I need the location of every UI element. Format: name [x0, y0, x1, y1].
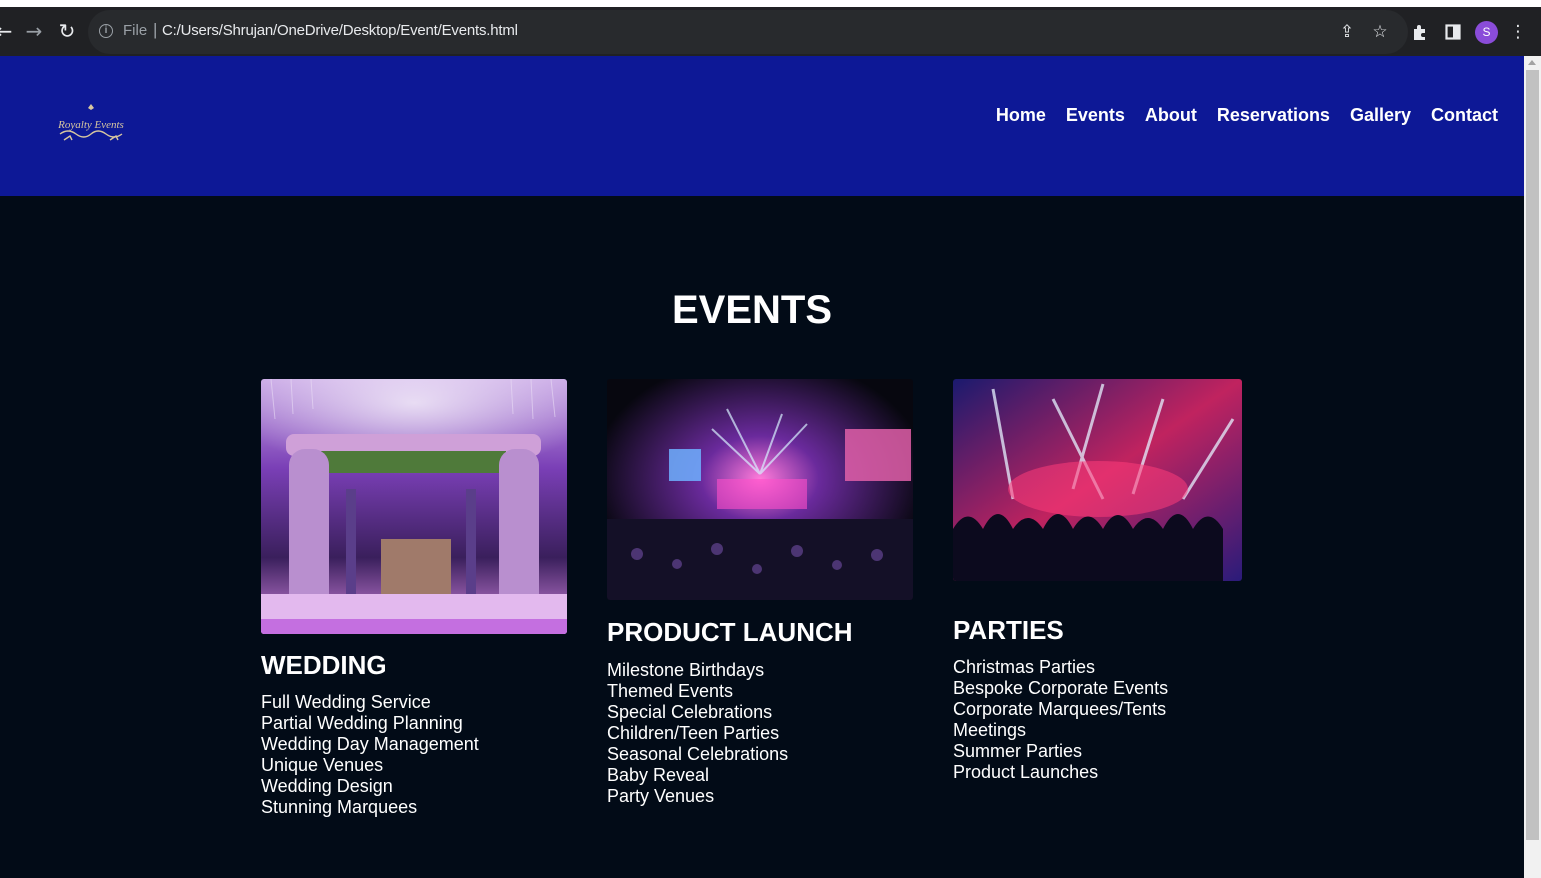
- nav-reservations[interactable]: Reservations: [1217, 105, 1330, 126]
- nav-contact[interactable]: Contact: [1431, 105, 1498, 126]
- list-item: Wedding Day Management: [261, 734, 479, 754]
- event-card-parties: PARTIES Christmas Parties Bespoke Corpor…: [953, 379, 1242, 783]
- main-nav: Home Events About Reservations Gallery C…: [996, 105, 1498, 126]
- event-card-wedding: WEDDING Full Wedding Service Partial Wed…: [261, 379, 567, 818]
- list-item: Partial Wedding Planning: [261, 713, 463, 733]
- list-item: Themed Events: [607, 681, 734, 701]
- scroll-up-icon[interactable]: [1528, 60, 1536, 65]
- list-item: Summer Parties: [953, 741, 1083, 761]
- list-item: Children/Teen Parties: [607, 723, 780, 743]
- scrollbar-thumb[interactable]: [1526, 70, 1539, 840]
- page-viewport: Royalty Events Home Events About Reserva…: [0, 56, 1524, 878]
- list-item: Christmas Parties: [953, 657, 1096, 677]
- info-icon[interactable]: i: [99, 24, 113, 38]
- wedding-list: Full Wedding Service Partial Wedding Pla…: [261, 692, 567, 818]
- browser-toolbar: ← → ↻ i File | C:/Users/Shrujan/OneDrive…: [0, 0, 1541, 56]
- event-card-product-launch: PRODUCT LAUNCH Milestone Birthdays Theme…: [607, 379, 913, 807]
- file-label: File: [123, 22, 148, 39]
- list-item: Wedding Design: [261, 776, 393, 796]
- site-logo[interactable]: Royalty Events: [52, 102, 130, 148]
- back-icon[interactable]: ←: [0, 17, 18, 45]
- list-item: Corporate Marquees/Tents: [953, 699, 1167, 719]
- address-bar[interactable]: i File | C:/Users/Shrujan/OneDrive/Deskt…: [88, 10, 1408, 54]
- list-item: Party Venues: [607, 786, 715, 806]
- wedding-image: [261, 379, 567, 634]
- reload-icon[interactable]: ↻: [53, 17, 81, 45]
- url-separator: |: [153, 20, 158, 39]
- site-header: Royalty Events Home Events About Reserva…: [0, 56, 1524, 196]
- svg-text:Royalty Events: Royalty Events: [57, 119, 124, 131]
- list-item: Meetings: [953, 720, 1027, 740]
- list-item: Unique Venues: [261, 755, 384, 775]
- list-item: Special Celebrations: [607, 702, 773, 722]
- card-title-wedding: WEDDING: [261, 650, 387, 680]
- list-item: Stunning Marquees: [261, 797, 418, 817]
- product-launch-image: [607, 379, 913, 600]
- list-item: Full Wedding Service: [261, 692, 431, 712]
- card-title-parties: PARTIES: [953, 615, 1064, 645]
- side-panel-icon[interactable]: [1441, 20, 1465, 44]
- menu-icon[interactable]: ⋮: [1506, 20, 1530, 44]
- url-text[interactable]: C:/Users/Shrujan/OneDrive/Desktop/Event/…: [162, 22, 518, 39]
- nav-gallery[interactable]: Gallery: [1350, 105, 1411, 126]
- parties-image: [953, 379, 1242, 581]
- profile-avatar[interactable]: S: [1475, 21, 1498, 44]
- list-item: Seasonal Celebrations: [607, 744, 789, 764]
- parties-list: Christmas Parties Bespoke Corporate Even…: [953, 657, 1242, 783]
- nav-about[interactable]: About: [1145, 105, 1197, 126]
- share-icon[interactable]: ⇪: [1335, 20, 1359, 44]
- page-scrollbar[interactable]: [1524, 56, 1541, 878]
- list-item: Baby Reveal: [607, 765, 710, 785]
- forward-icon[interactable]: →: [20, 17, 48, 45]
- star-icon[interactable]: ☆: [1368, 20, 1392, 44]
- nav-home[interactable]: Home: [996, 105, 1046, 126]
- nav-events[interactable]: Events: [1066, 105, 1125, 126]
- list-item: Milestone Birthdays: [607, 660, 765, 680]
- product-launch-list: Milestone Birthdays Themed Events Specia…: [607, 660, 913, 807]
- list-item: Product Launches: [953, 762, 1099, 782]
- page-title: EVENTS: [671, 288, 833, 332]
- card-title-product-launch: PRODUCT LAUNCH: [607, 617, 853, 647]
- list-item: Bespoke Corporate Events: [953, 678, 1169, 698]
- extensions-icon[interactable]: [1408, 20, 1432, 44]
